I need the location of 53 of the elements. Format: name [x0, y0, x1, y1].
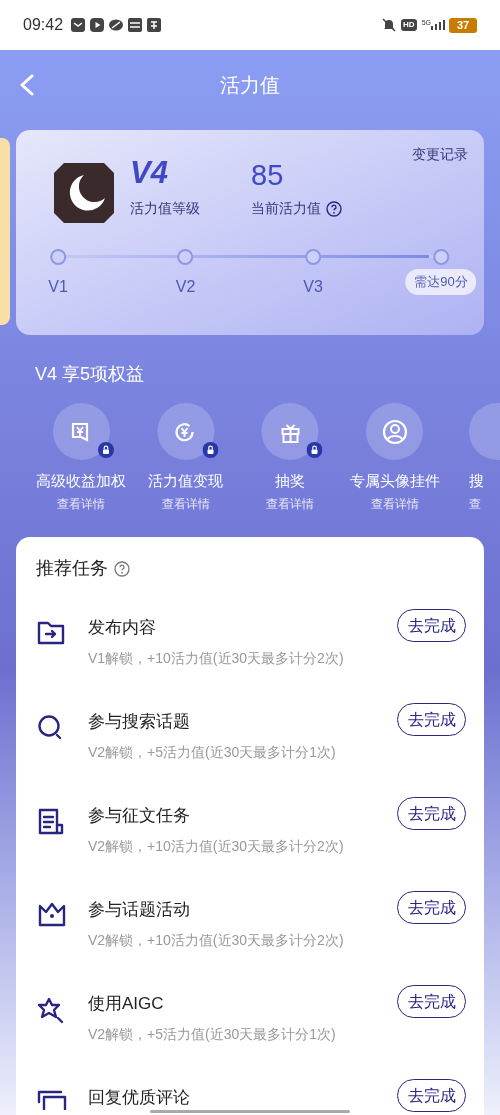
- history-link[interactable]: 变更记录: [412, 144, 468, 165]
- level-node: [50, 249, 66, 265]
- crown-icon: [37, 902, 67, 928]
- benefit-name: 活力值变现: [148, 471, 223, 491]
- mute-icon: [382, 18, 397, 32]
- level-label: V1: [48, 277, 68, 297]
- level-label: V3: [303, 277, 323, 297]
- level-node: [305, 249, 321, 265]
- hd-indicator: HD: [401, 19, 417, 31]
- task-title: 参与征文任务: [88, 806, 191, 826]
- page-title: 活力值: [220, 73, 280, 98]
- benefit-name: 搜: [469, 471, 484, 491]
- score-value: 85: [251, 158, 284, 193]
- lock-icon: [97, 442, 114, 458]
- back-icon[interactable]: [19, 74, 35, 96]
- task-title: 参与话题活动: [88, 900, 191, 920]
- play-icon: [90, 18, 105, 32]
- app-icon: [109, 18, 124, 32]
- help-icon[interactable]: [114, 560, 130, 577]
- benefit-name: 高级收益加权: [36, 471, 126, 491]
- document-icon: [37, 808, 65, 836]
- benefit-name: 抽奖: [275, 471, 305, 491]
- help-icon[interactable]: [326, 200, 342, 217]
- tasks-title: 推荐任务: [36, 557, 108, 580]
- app-icon: [128, 18, 143, 32]
- level-label: V2: [175, 277, 196, 297]
- mail-icon: [71, 18, 86, 32]
- benefit-name: 专属头像挂件: [349, 471, 440, 491]
- task-description: V2解锁，+10活力值(近30天最多计分2次): [88, 931, 345, 950]
- signal-icon: [431, 20, 445, 30]
- task-title: 发布内容: [88, 618, 157, 638]
- task-description: V2解锁，+10活力值(近30天最多计分2次): [88, 837, 345, 856]
- task-title: 参与搜索话题: [88, 712, 191, 732]
- target-badge: 需达90分: [405, 269, 477, 295]
- level-node: [177, 249, 194, 265]
- score-caption: 当前活力值: [251, 199, 321, 218]
- status-time: 09:42: [23, 15, 64, 35]
- moon-avatar-icon: [54, 163, 114, 223]
- app-icon: [147, 18, 162, 32]
- level-node: [433, 249, 449, 265]
- level-caption: 活力值等级: [130, 199, 200, 218]
- task-title: 回复优质评论: [88, 1088, 191, 1108]
- task-description: V1解锁，+10活力值(近30天最多计分2次): [88, 649, 345, 668]
- lock-icon: [202, 442, 218, 458]
- task-description: V2解锁，+5活力值(近30天最多计分1次): [88, 743, 337, 762]
- comment-icon: [37, 1090, 67, 1110]
- benefits-title: V4 享5项权益: [35, 363, 145, 386]
- lock-icon: [306, 442, 323, 458]
- battery-indicator: 37: [449, 17, 477, 33]
- folder-icon: [37, 620, 65, 646]
- task-title: 使用AIGC: [88, 994, 165, 1014]
- task-description: V2解锁，+5活力值(近30天最多计分1次): [88, 1025, 337, 1044]
- level-value: V4: [130, 154, 168, 192]
